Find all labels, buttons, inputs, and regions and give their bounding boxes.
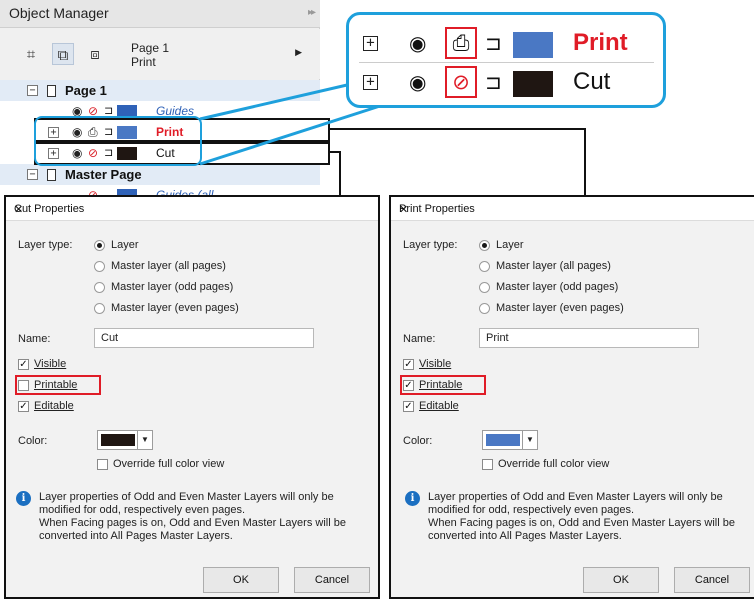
- zoom-cut-label: Cut: [573, 68, 611, 95]
- info-icon: i: [16, 491, 31, 506]
- cancel-button[interactable]: Cancel: [674, 567, 750, 593]
- layer-type-label: Layer type:: [403, 239, 458, 251]
- printable-highlight: [15, 375, 101, 395]
- name-label: Name:: [18, 333, 51, 345]
- ok-button[interactable]: OK: [203, 567, 279, 593]
- info-text: Layer properties of Odd and Even Master …: [39, 491, 374, 543]
- visible-checkbox[interactable]: ✓: [403, 359, 414, 370]
- expand-icon: +: [363, 36, 378, 51]
- dialog-titlebar: Cut Properties ✕: [6, 197, 378, 221]
- visible-label: Visible: [34, 358, 67, 370]
- info-line-1: Layer properties of Odd and Even Master …: [39, 491, 334, 503]
- info-icon: i: [405, 491, 420, 506]
- visible-checkbox[interactable]: ✓: [18, 359, 29, 370]
- radio-layer[interactable]: [94, 240, 105, 251]
- editable-checkbox[interactable]: ✓: [18, 401, 29, 412]
- radio-layer[interactable]: [479, 240, 490, 251]
- info-line-4: converted into All Pages Master Layers.: [428, 530, 622, 542]
- layer-color-swatch: [513, 32, 553, 58]
- ok-button[interactable]: OK: [583, 567, 659, 593]
- layer-type-label: Layer type:: [18, 239, 73, 251]
- radio-master-all[interactable]: [94, 261, 105, 272]
- editable-checkbox[interactable]: ✓: [403, 401, 414, 412]
- override-label: Override full color view: [498, 458, 610, 470]
- color-swatch: [101, 434, 135, 446]
- radio-master-odd-label: Master layer (odd pages): [496, 281, 619, 293]
- color-label: Color:: [403, 435, 433, 447]
- zoom-print-label: Print: [573, 29, 628, 56]
- eye-icon: ◉: [409, 70, 427, 94]
- name-input[interactable]: Cut: [94, 328, 314, 348]
- info-line-3: When Facing pages is on, Odd and Even Ma…: [428, 517, 735, 529]
- zoom-row-cut: + ◉ ⊘ ⊐ Cut: [359, 64, 654, 102]
- radio-master-all-label: Master layer (all pages): [496, 260, 611, 272]
- cut-properties-dialog: Cut Properties ✕ Layer type: Layer Maste…: [4, 195, 380, 599]
- info-text: Layer properties of Odd and Even Master …: [428, 491, 753, 543]
- printer-disabled-icon: ⊘: [445, 66, 477, 98]
- eye-icon: ◉: [409, 31, 427, 55]
- radio-layer-label: Layer: [111, 239, 139, 251]
- override-label: Override full color view: [113, 458, 225, 470]
- layer-color-swatch: [513, 71, 553, 97]
- unlock-icon: ⊐: [485, 70, 502, 94]
- visible-label: Visible: [419, 358, 452, 370]
- zoom-callout: + ◉ ⎙ ⊐ Print + ◉ ⊘ ⊐ Cut: [346, 12, 666, 108]
- print-properties-dialog: Print Properties ✕ Layer type: Layer Mas…: [389, 195, 754, 599]
- radio-layer-label: Layer: [496, 239, 524, 251]
- printable-highlight: [400, 375, 486, 395]
- info-line-3: When Facing pages is on, Odd and Even Ma…: [39, 517, 346, 529]
- info-line-2: modified for odd, respectively even page…: [39, 504, 246, 516]
- radio-master-even-label: Master layer (even pages): [496, 302, 624, 314]
- radio-master-odd[interactable]: [479, 282, 490, 293]
- name-input[interactable]: Print: [479, 328, 699, 348]
- cancel-button[interactable]: Cancel: [294, 567, 370, 593]
- editable-label: Editable: [34, 400, 74, 412]
- dialog-titlebar: Print Properties ✕: [391, 197, 754, 221]
- unlock-icon: ⊐: [485, 31, 502, 55]
- info-line-2: modified for odd, respectively even page…: [428, 504, 635, 516]
- override-checkbox[interactable]: [482, 459, 493, 470]
- expand-icon: +: [363, 75, 378, 90]
- close-icon[interactable]: ✕: [14, 203, 372, 216]
- radio-master-all[interactable]: [479, 261, 490, 272]
- chevron-down-icon: ▼: [522, 431, 537, 449]
- name-label: Name:: [403, 333, 436, 345]
- editable-label: Editable: [419, 400, 459, 412]
- zoom-row-print: + ◉ ⎙ ⊐ Print: [359, 25, 654, 63]
- printer-icon: ⎙: [445, 27, 477, 59]
- color-label: Color:: [18, 435, 48, 447]
- radio-master-even[interactable]: [479, 303, 490, 314]
- close-icon[interactable]: ✕: [399, 203, 752, 216]
- radio-master-even-label: Master layer (even pages): [111, 302, 239, 314]
- radio-master-odd[interactable]: [94, 282, 105, 293]
- color-swatch: [486, 434, 520, 446]
- color-picker-button[interactable]: ▼: [97, 430, 153, 450]
- chevron-down-icon: ▼: [137, 431, 152, 449]
- color-picker-button[interactable]: ▼: [482, 430, 538, 450]
- info-line-1: Layer properties of Odd and Even Master …: [428, 491, 723, 503]
- radio-master-all-label: Master layer (all pages): [111, 260, 226, 272]
- radio-master-odd-label: Master layer (odd pages): [111, 281, 234, 293]
- override-checkbox[interactable]: [97, 459, 108, 470]
- radio-master-even[interactable]: [94, 303, 105, 314]
- info-line-4: converted into All Pages Master Layers.: [39, 530, 233, 542]
